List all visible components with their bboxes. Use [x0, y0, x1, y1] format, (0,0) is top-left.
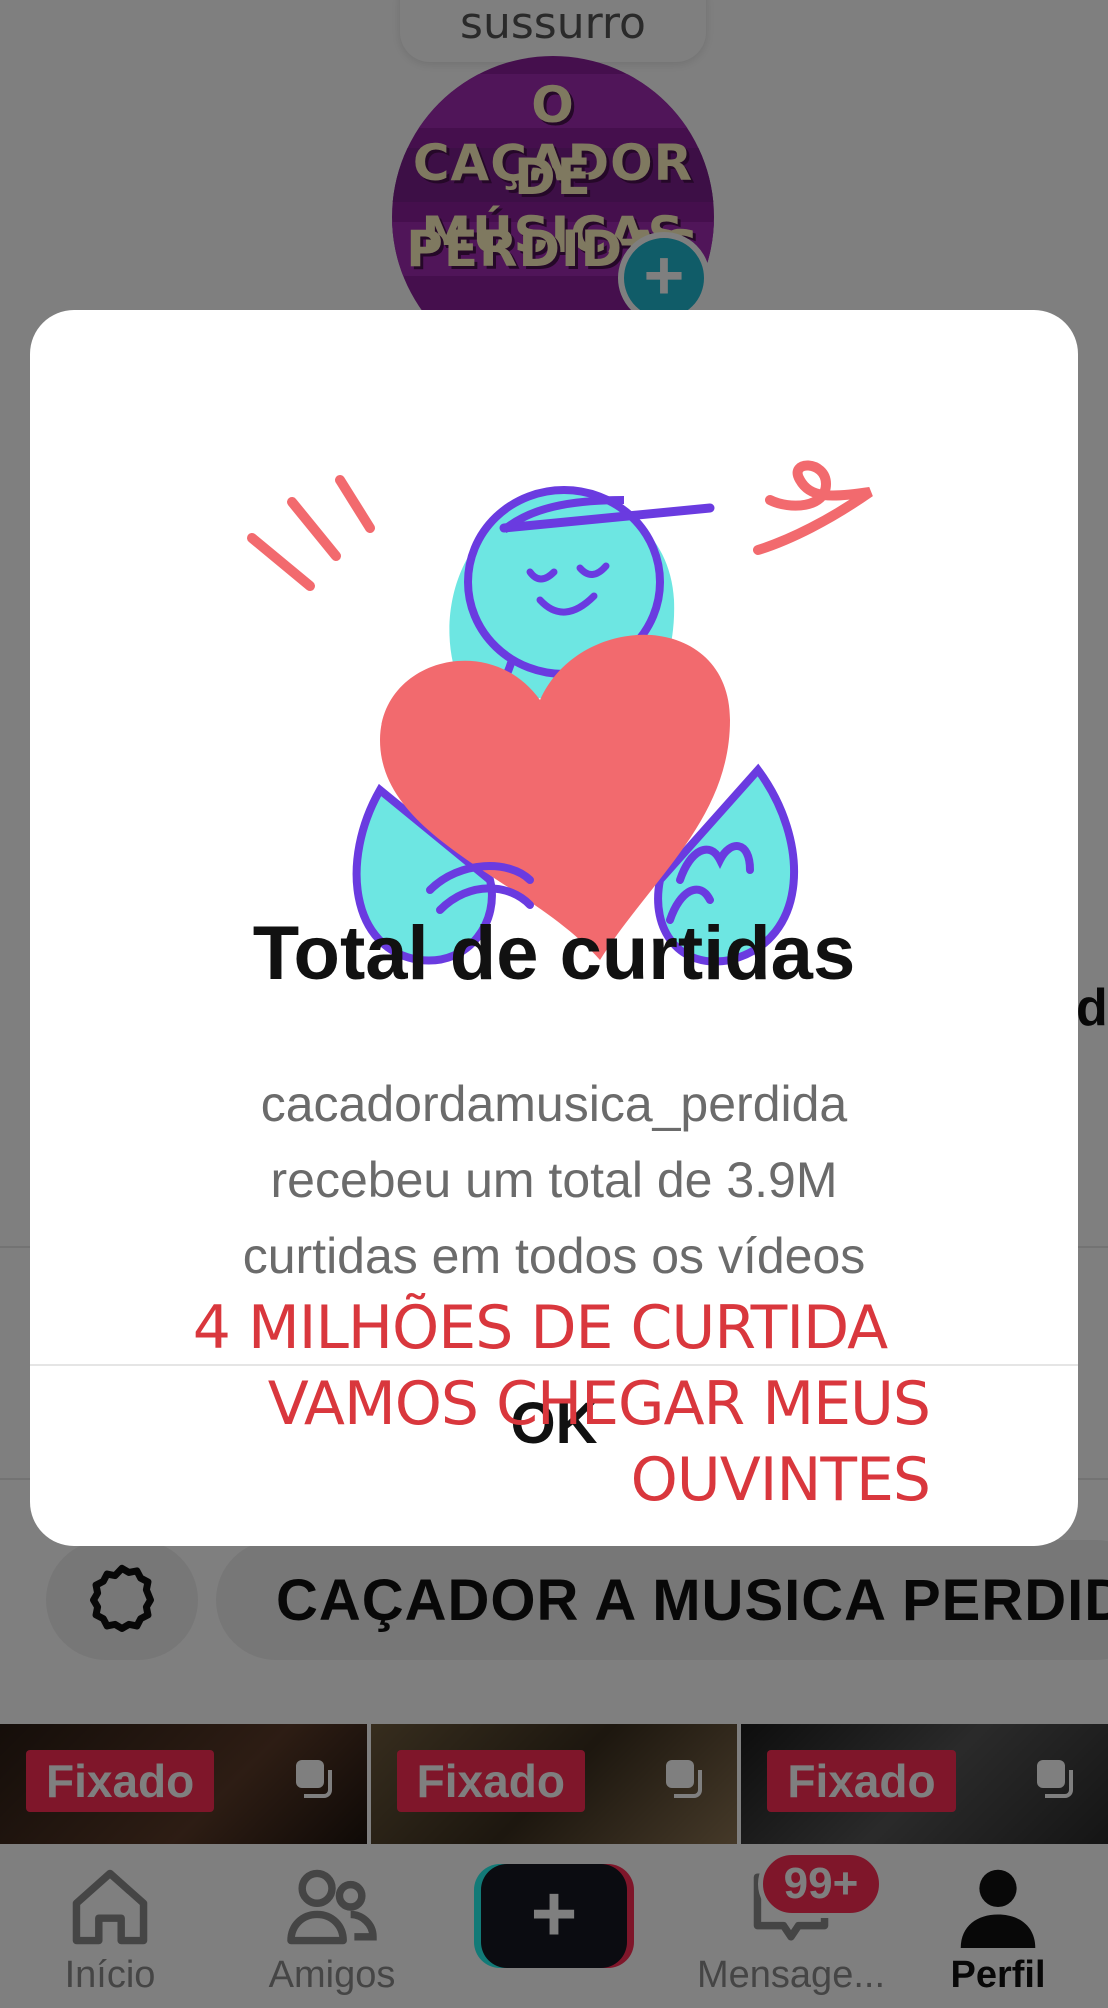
dialog-message-line: cacadordamusica_perdida — [260, 1076, 848, 1132]
dialog-title: Total de curtidas — [252, 911, 856, 996]
dialog-message-line: recebeu um total de 3.9M — [270, 1152, 838, 1208]
dialog-message: cacadordamusica_perdida recebeu um total… — [90, 1066, 1018, 1294]
caption-line: 4 MILHÕES DE CURTIDA — [192, 1293, 888, 1363]
video-caption-overlay: 4 MILHÕES DE CURTIDA VAMOS CHEGAR MEUS O… — [150, 1290, 931, 1518]
caption-line: VAMOS CHEGAR MEUS — [267, 1369, 931, 1439]
dialog-message-line: curtidas em todos os vídeos — [242, 1228, 866, 1284]
caption-line: OUVINTES — [630, 1445, 931, 1515]
heart-hug-illustration — [247, 460, 873, 966]
